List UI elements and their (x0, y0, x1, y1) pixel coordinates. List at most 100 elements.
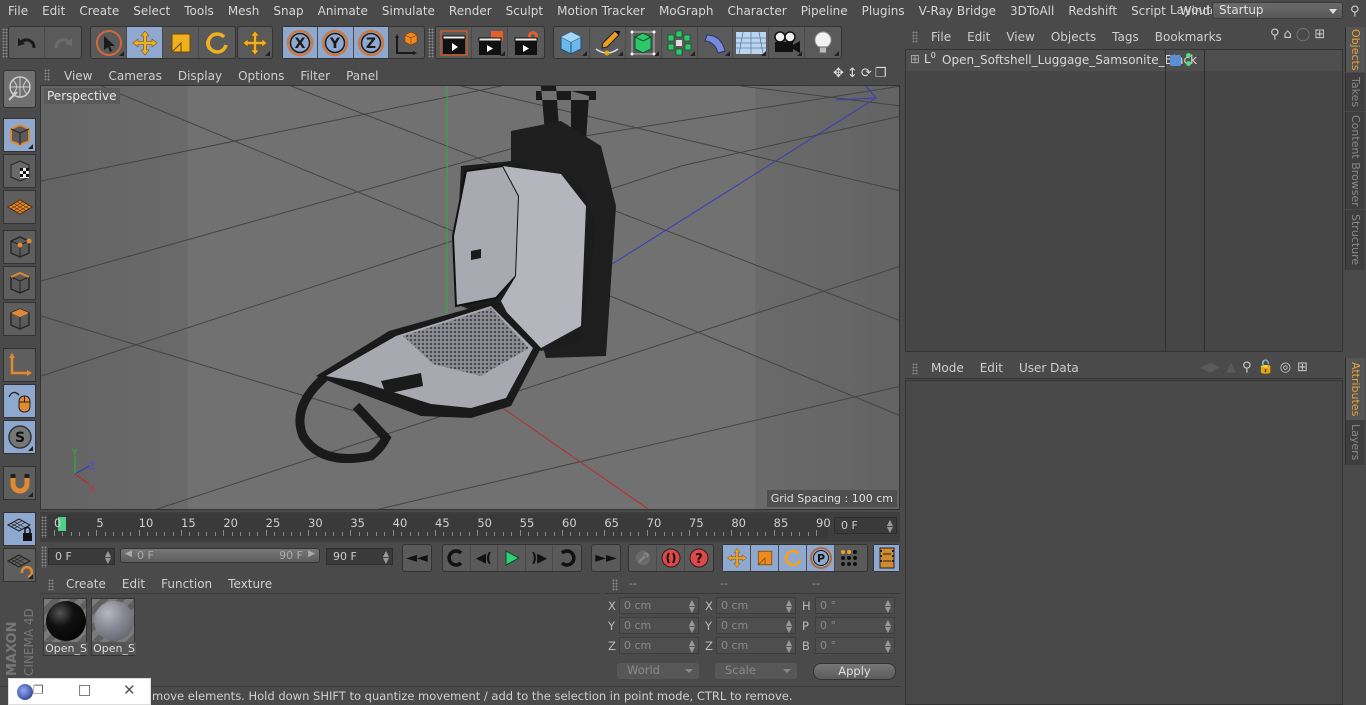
object-name[interactable]: Open_Softshell_Luggage_Samsonite_Black (942, 53, 1197, 67)
attributes-menu-edit[interactable]: Edit (972, 361, 1011, 375)
key-parameter-button[interactable]: P (807, 545, 835, 571)
rotation-field[interactable]: 0 ° ▲ ▼ (815, 617, 895, 634)
new-panel-icon[interactable]: ⊞ (1314, 27, 1325, 42)
maximize-view-icon[interactable]: ❐ (875, 66, 887, 81)
up-arrow-icon[interactable]: ▲ (1226, 360, 1236, 375)
workplane-align-button[interactable] (3, 548, 36, 582)
texture-mode-button[interactable] (3, 154, 36, 188)
spinner-icon[interactable]: ▲ ▼ (689, 639, 695, 654)
material-swatch[interactable]: Open_S (43, 598, 88, 656)
menu-animate[interactable]: Animate (311, 0, 375, 22)
object-menu-file[interactable]: File (923, 30, 959, 44)
side-tab-structure[interactable]: Structure (1345, 210, 1365, 270)
object-menu-tags[interactable]: Tags (1104, 30, 1147, 44)
viewport-menu-view[interactable]: View (56, 69, 100, 83)
redo-button[interactable] (45, 27, 81, 58)
render-settings-button[interactable] (508, 27, 544, 58)
z-axis-lock-button[interactable]: Z (353, 27, 389, 58)
next-key-button[interactable] (553, 545, 581, 571)
menu-v-ray-bridge[interactable]: V-Ray Bridge (912, 0, 1003, 22)
previous-frame-button[interactable]: ◀( (471, 545, 499, 571)
go-to-start-button[interactable]: ◄◄ (403, 545, 431, 571)
camera-label[interactable]: Perspective (44, 88, 120, 104)
menu-file[interactable]: File (1, 0, 35, 22)
menu-redshift[interactable]: Redshift (1061, 0, 1124, 22)
timeline-window-button[interactable] (874, 545, 899, 571)
rotation-field[interactable]: 0 ° ▲ ▼ (815, 597, 895, 614)
scale-tool-button[interactable] (163, 27, 199, 58)
lock-icon[interactable]: 🔓 (1258, 360, 1274, 375)
column-divider[interactable] (1165, 50, 1166, 352)
play-button[interactable] (498, 545, 526, 571)
key-scale-button[interactable] (751, 545, 779, 571)
previous-key-button[interactable] (443, 545, 471, 571)
side-tab-attributes[interactable]: Attributes (1345, 358, 1365, 420)
coordinate-mode-dropdown[interactable]: World (617, 663, 699, 679)
viewport-menu-panel[interactable]: Panel (338, 69, 386, 83)
zoom-view-icon[interactable]: ↕ (847, 66, 858, 81)
position-field[interactable]: 0 cm ▲ ▼ (619, 617, 699, 634)
spinner-icon[interactable]: ▲ ▼ (885, 639, 891, 654)
rotation-field[interactable]: 0 ° ▲ ▼ (815, 637, 895, 654)
attributes-menu-mode[interactable]: Mode (923, 361, 972, 375)
side-tab-objects[interactable]: Objects (1345, 27, 1365, 72)
tweak-mode-button[interactable] (3, 384, 36, 418)
apply-button[interactable]: Apply (813, 663, 896, 680)
record-keys-button[interactable] (629, 545, 657, 571)
camera-button[interactable] (769, 27, 806, 58)
target-icon[interactable]: ◎ (1280, 360, 1291, 375)
workplane-mode-button[interactable] (3, 190, 36, 224)
size-field[interactable]: 0 cm ▲ ▼ (716, 637, 796, 654)
start-frame-field[interactable]: 0 F ▲ ▼ (48, 548, 115, 565)
spinner-icon[interactable]: ▲ ▼ (786, 599, 792, 614)
size-field[interactable]: 0 cm ▲ ▼ (716, 617, 796, 634)
menu-character[interactable]: Character (720, 0, 793, 22)
spinner-icon[interactable]: ▲ ▼ (786, 639, 792, 654)
expand-icon[interactable]: ⊞ (910, 52, 920, 66)
menu-mesh[interactable]: Mesh (221, 0, 267, 22)
key-rotation-button[interactable] (779, 545, 807, 571)
viewport-menu-display[interactable]: Display (170, 69, 230, 83)
x-axis-lock-button[interactable]: X (283, 27, 319, 58)
key-point-level-button[interactable] (835, 545, 863, 571)
pen-spline-button[interactable] (590, 27, 626, 58)
next-frame-button[interactable]: )▶ (526, 545, 554, 571)
3d-viewport[interactable]: Y Z X Perspective Grid Spacing : 100 cm (40, 85, 900, 510)
viewport-menu-options[interactable]: Options (230, 69, 292, 83)
undo-button[interactable] (9, 27, 45, 58)
menu-plugins[interactable]: Plugins (855, 0, 912, 22)
model-mode-button[interactable] (3, 118, 36, 152)
material-menu-texture[interactable]: Texture (220, 577, 280, 591)
bend-deformer-button[interactable] (698, 27, 734, 58)
recent-tool-button[interactable] (238, 27, 272, 58)
material-swatch[interactable]: Open_S (91, 598, 136, 656)
maximize-icon[interactable]: □ (78, 682, 91, 698)
search-icon[interactable]: ⚲ (1350, 4, 1360, 19)
edges-mode-button[interactable] (3, 266, 36, 300)
render-visibility-dot[interactable] (1186, 61, 1191, 66)
subdivision-surface-button[interactable] (626, 27, 662, 58)
material-menu-function[interactable]: Function (153, 577, 220, 591)
make-editable-button[interactable] (3, 70, 36, 108)
menu-render[interactable]: Render (442, 0, 499, 22)
layer-color-swatch[interactable] (1170, 55, 1181, 66)
coordinate-system-button[interactable] (389, 27, 424, 58)
menu-select[interactable]: Select (126, 0, 177, 22)
frame-ruler[interactable]: 0 5 10 15 20 25 30 35 40 45 50 55 60 65 70 75 80 85 90 (48, 514, 831, 538)
material-menu-edit[interactable]: Edit (114, 577, 153, 591)
autokeying-button[interactable] (657, 545, 685, 571)
floor-button[interactable] (733, 27, 770, 58)
menu-edit[interactable]: Edit (35, 0, 72, 22)
pan-view-icon[interactable]: ✥ (833, 66, 844, 81)
key-position-button[interactable] (723, 545, 751, 571)
object-menu-bookmarks[interactable]: Bookmarks (1147, 30, 1230, 44)
menu-snap[interactable]: Snap (266, 0, 310, 22)
menu-tools[interactable]: Tools (177, 0, 221, 22)
size-field[interactable]: 0 cm ▲ ▼ (716, 597, 796, 614)
menu-mograph[interactable]: MoGraph (652, 0, 721, 22)
position-field[interactable]: 0 cm ▲ ▼ (619, 637, 699, 654)
workplane-lock-button[interactable] (3, 512, 36, 546)
viewport-menu-filter[interactable]: Filter (292, 69, 338, 83)
home-icon[interactable]: ⌂ (1284, 27, 1292, 42)
menu-script[interactable]: Script (1124, 0, 1173, 22)
